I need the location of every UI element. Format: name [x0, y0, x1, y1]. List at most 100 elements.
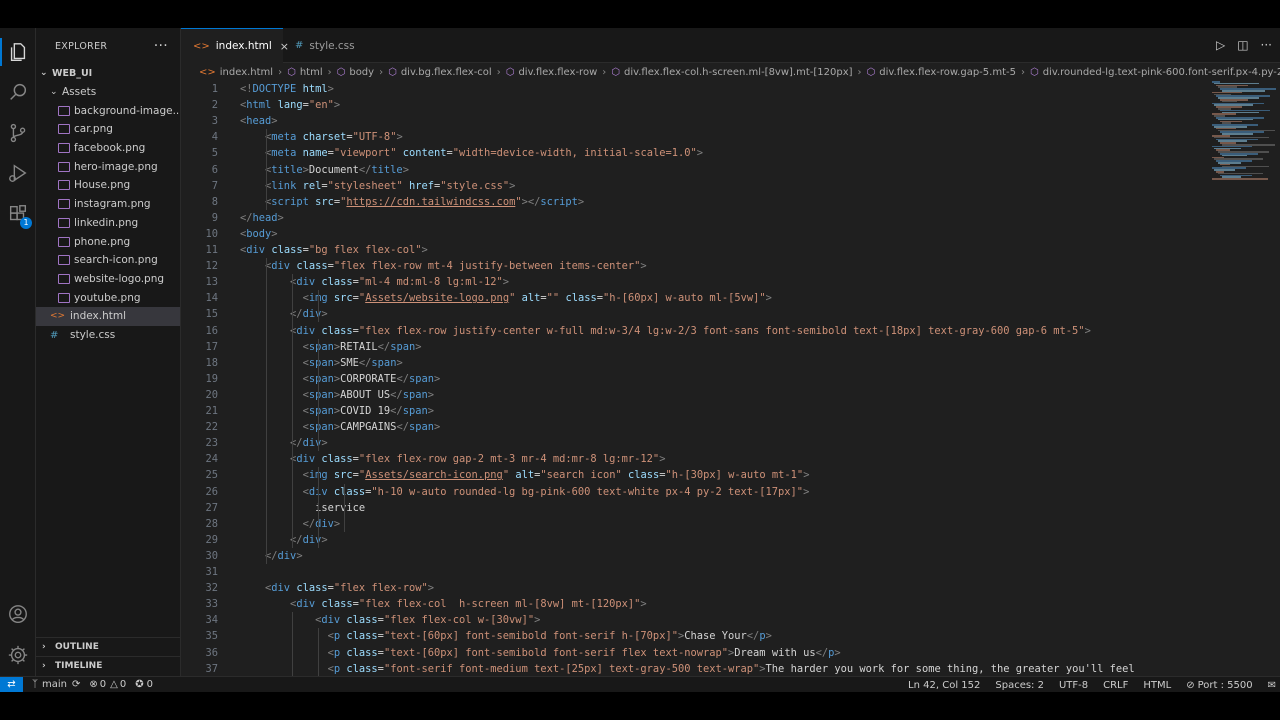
code-token: </: [746, 630, 760, 643]
ports-status[interactable]: ✪ 0: [135, 679, 153, 690]
screen-bottom-border: [0, 692, 1280, 720]
code-token: COVID 19: [340, 405, 391, 417]
source-control-icon[interactable]: [0, 115, 36, 151]
breadcrumb-item[interactable]: › ⬡ body: [323, 67, 374, 78]
code-line: 18 <span>SME</span>: [181, 355, 1280, 371]
breadcrumb-item[interactable]: › ⬡ div.flex.flex-col.h-screen.ml-[8vw].mt…: [597, 67, 852, 78]
line-number: 15: [205, 308, 218, 321]
line-number: 14: [205, 292, 218, 305]
account-icon[interactable]: [0, 596, 36, 632]
code-token: charset: [302, 131, 347, 144]
notifications-icon[interactable]: ✉: [1268, 680, 1276, 691]
code-token: "width=device-width, initial-scale=1.0": [452, 147, 697, 160]
breadcrumb-item[interactable]: › ⬡ div.flex.flex-row: [492, 67, 598, 78]
language-mode[interactable]: HTML: [1143, 680, 1171, 691]
file-item[interactable]: search-icon.png: [36, 251, 180, 270]
indentation[interactable]: Spaces: 2: [995, 680, 1044, 691]
minimap[interactable]: [1210, 81, 1276, 181]
code-token: >: [433, 421, 441, 434]
chevron-down-icon: ⌄: [50, 87, 58, 98]
more-actions-icon[interactable]: ···: [154, 38, 168, 54]
indent-guide: [266, 258, 267, 564]
file-item[interactable]: House.png: [36, 176, 180, 195]
tab-style-css[interactable]: # style.css: [283, 28, 365, 63]
explorer-icon[interactable]: [0, 34, 36, 70]
run-icon[interactable]: ▷: [1216, 38, 1225, 52]
outline-section[interactable]: › OUTLINE: [36, 637, 181, 656]
code-token: >: [1084, 324, 1091, 337]
code-token: "": [546, 292, 560, 305]
file-item[interactable]: phone.png: [36, 232, 180, 251]
breadcrumb-item[interactable]: › ⬡ html: [273, 67, 323, 78]
chevron-right-icon: ›: [379, 66, 384, 78]
code-line: 30 </div>: [181, 548, 1280, 564]
code-line: 13 <div class="ml-4 md:ml-8 lg:ml-12">: [181, 274, 1280, 290]
file-index-html-label: index.html: [70, 310, 126, 323]
line-number: 28: [205, 517, 218, 530]
file-item[interactable]: website-logo.png: [36, 270, 180, 289]
code-token: CAMPGAINS: [340, 421, 397, 434]
file-item-label: youtube.png: [74, 291, 141, 304]
split-editor-icon[interactable]: ◫: [1237, 38, 1248, 52]
file-item[interactable]: youtube.png: [36, 288, 180, 307]
extensions-icon[interactable]: 1: [0, 196, 36, 232]
breadcrumb-item[interactable]: › ⬡ div.bg.flex.flex-col: [374, 67, 492, 78]
cursor-position[interactable]: Ln 42, Col 152: [908, 680, 980, 691]
file-item-label: search-icon.png: [74, 254, 158, 267]
css-file-icon: #: [295, 40, 304, 51]
extensions-badge: 1: [20, 217, 32, 229]
line-number: 36: [205, 646, 218, 659]
code-text: <meta name="viewport" content="width=dev…: [240, 145, 703, 161]
code-token: class: [296, 582, 328, 595]
file-style-css[interactable]: # style.css: [36, 326, 180, 345]
code-text: <span>RETAIL</span>: [240, 339, 422, 355]
code-line: 35 <p class="text-[60px] font-semibold f…: [181, 628, 1280, 644]
code-token: span: [371, 356, 397, 369]
breadcrumb-item[interactable]: › ⬡ div.rounded-lg.text-pink-600.font-seri…: [1016, 67, 1280, 78]
settings-gear-icon[interactable]: [0, 637, 36, 673]
folder-assets[interactable]: ⌄ Assets: [36, 83, 180, 102]
element-icon: ⬡: [505, 66, 515, 78]
code-token: src: [333, 469, 353, 482]
file-item[interactable]: car.png: [36, 120, 180, 139]
encoding[interactable]: UTF-8: [1059, 680, 1088, 691]
search-icon[interactable]: [0, 74, 36, 110]
tab-index-html[interactable]: <> index.html ×: [181, 28, 289, 63]
code-token: class: [321, 598, 353, 611]
breadcrumb-label: html: [299, 66, 323, 78]
code-token: span: [308, 372, 334, 385]
file-item[interactable]: background-image....: [36, 101, 180, 120]
line-number: 25: [205, 469, 218, 482]
end-of-line[interactable]: CRLF: [1103, 680, 1128, 691]
timeline-section[interactable]: › TIMELINE: [36, 656, 181, 675]
branch-status[interactable]: ᛉ main ⟳: [32, 679, 80, 690]
file-item[interactable]: facebook.png: [36, 139, 180, 158]
code-token: >: [659, 453, 666, 466]
element-icon: ⬡: [388, 66, 397, 78]
code-line: 11 <div class="bg flex flex-col">: [181, 242, 1280, 258]
code-editor[interactable]: 1 <!DOCTYPE html> 2 <html lang="en"> 3 <head>…: [181, 81, 1280, 676]
live-server-port[interactable]: ⊘ Port : 5500: [1186, 680, 1252, 691]
chevron-right-icon: ›: [496, 66, 501, 78]
file-item[interactable]: instagram.png: [36, 195, 180, 214]
code-token: span: [408, 372, 434, 385]
code-token: span: [402, 405, 428, 417]
line-number: 4: [211, 131, 218, 144]
code-line: 2 <html lang="en">: [181, 97, 1280, 113]
breadcrumb-item[interactable]: <> index.html: [199, 67, 273, 78]
more-actions-icon[interactable]: ···: [1261, 38, 1272, 52]
breadcrumb-item[interactable]: › ⬡ div.flex.flex-row.gap-5.mt-5: [853, 67, 1016, 78]
run-debug-icon[interactable]: [0, 155, 36, 191]
workspace-folder[interactable]: ⌄ WEB_UI: [36, 64, 180, 83]
file-item[interactable]: linkedin.png: [36, 214, 180, 233]
file-index-html[interactable]: <> index.html: [36, 306, 180, 326]
file-item[interactable]: hero-image.png: [36, 157, 180, 176]
code-token: body: [246, 227, 272, 240]
code-text: <!DOCTYPE html>: [240, 81, 334, 97]
code-token: meta: [271, 147, 297, 160]
remote-indicator-icon[interactable]: ⇄: [0, 676, 23, 693]
code-token: </: [358, 356, 372, 369]
sync-icon[interactable]: ⟳: [72, 679, 80, 690]
problems-status[interactable]: ⊗ 0 △ 0: [89, 679, 126, 690]
